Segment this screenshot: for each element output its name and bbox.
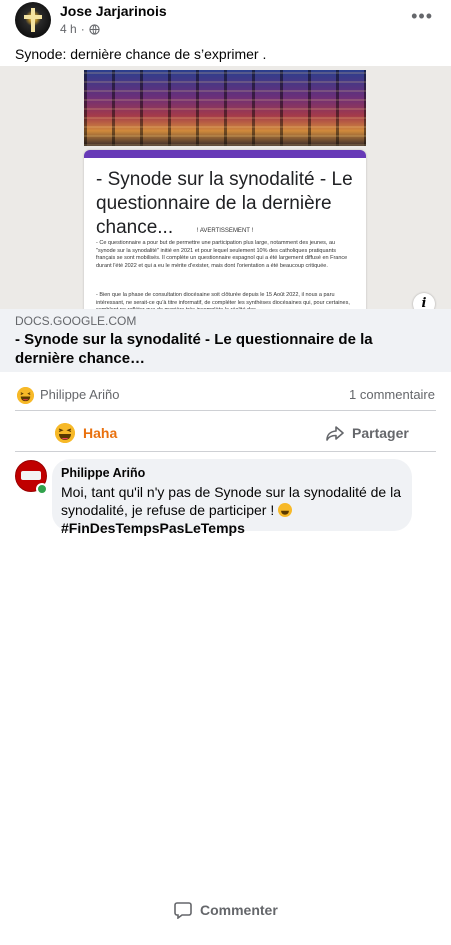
- post-time[interactable]: 4 h: [60, 22, 77, 36]
- comment-button[interactable]: Commenter: [174, 874, 451, 945]
- link-preview-image[interactable]: - Synode sur la synodalité - Le question…: [0, 66, 451, 309]
- author-name[interactable]: Jose Jarjarinois: [60, 3, 167, 19]
- comment-bubble: Philippe Ariño Moi, tant qu'il n'y pas d…: [52, 459, 412, 536]
- reactor-name[interactable]: Philippe Ariño: [40, 387, 120, 402]
- post-text: Synode: dernière chance de s’exprimer .: [15, 46, 267, 62]
- share-label: Partager: [352, 425, 409, 441]
- comment-body: Moi, tant qu'il n'y pas de Synode sur la…: [61, 484, 401, 518]
- haha-icon: [55, 423, 75, 443]
- link-info[interactable]: DOCS.GOOGLE.COM - Synode sur la synodali…: [0, 309, 451, 372]
- globe-icon: [89, 23, 100, 35]
- info-icon[interactable]: i: [413, 293, 435, 309]
- share-icon: [326, 426, 344, 441]
- haha-button[interactable]: Haha: [55, 417, 117, 449]
- action-bar: Haha Commenter Partager: [0, 417, 451, 919]
- divider: [15, 410, 436, 411]
- google-form-card: - Synode sur la synodalité - Le question…: [84, 150, 366, 309]
- share-button[interactable]: Partager: [326, 417, 409, 449]
- form-paragraph-2: - Bien que la phase de consultation dioc…: [96, 292, 350, 309]
- form-notice: ! AVERTISSEMENT !: [196, 228, 254, 234]
- reactions-summary: Philippe Ariño 1 commentaire: [0, 383, 451, 405]
- comment-item: Philippe Ariño Moi, tant qu'il n'y pas d…: [0, 457, 451, 536]
- haha-emoji-icon: [278, 503, 293, 517]
- more-options-icon[interactable]: •••: [411, 6, 433, 27]
- link-title: - Synode sur la synodalité - Le question…: [15, 331, 373, 367]
- form-paragraph-1: - Ce questionnaire a pour but de permett…: [96, 240, 348, 269]
- comment-label: Commenter: [200, 901, 278, 918]
- comment-author[interactable]: Philippe Ariño: [61, 466, 145, 480]
- divider: [15, 451, 436, 452]
- haha-label: Haha: [83, 425, 118, 441]
- link-domain: DOCS.GOOGLE.COM: [15, 314, 137, 328]
- haha-reaction-icon[interactable]: [16, 386, 35, 405]
- hashtag-link[interactable]: #FinDesTempsPasLeTemps: [61, 520, 245, 536]
- comment-text: Moi, tant qu'il n'y pas de Synode sur la…: [61, 483, 406, 537]
- post-header: Jose Jarjarinois 4 h · •••: [0, 0, 451, 44]
- post-meta: 4 h ·: [60, 22, 100, 36]
- stained-glass-banner: [84, 70, 366, 146]
- comment-count[interactable]: 1 commentaire: [349, 387, 435, 402]
- comment-icon: [174, 901, 192, 919]
- author-avatar[interactable]: [15, 2, 51, 38]
- online-status-icon: [36, 483, 48, 495]
